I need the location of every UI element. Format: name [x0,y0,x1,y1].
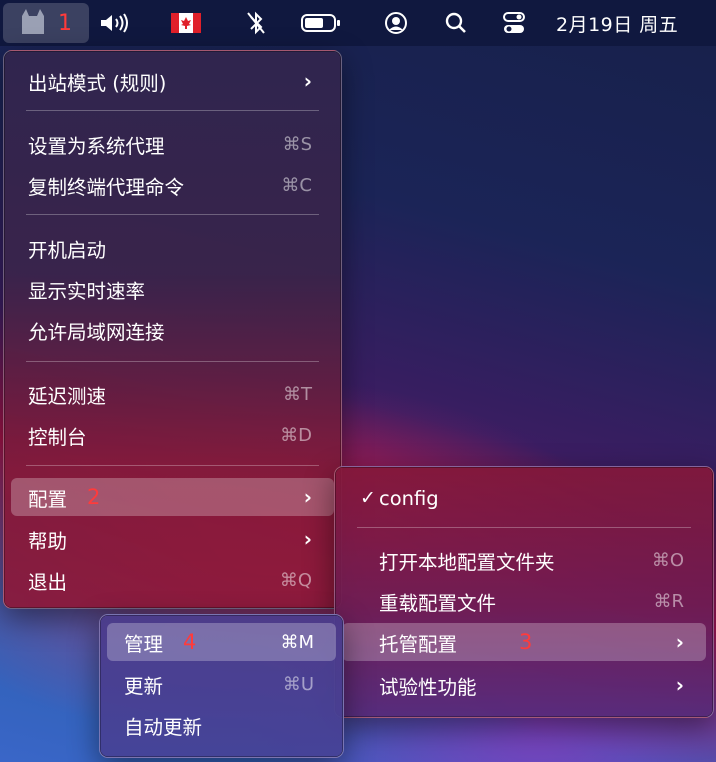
canada-flag-icon[interactable] [166,0,206,46]
menu-item-latency-test[interactable]: 延迟测速 ⌘T [11,375,334,413]
menu-item-label: 设置为系统代理 [28,134,165,158]
menu-item-label: 打开本地配置文件夹 [379,550,555,574]
menu-item-label: 帮助 [28,529,68,553]
menu-item-update[interactable]: 更新 ⌘U [107,665,336,703]
menu-item-remote-config[interactable]: 托管配置 3 › [342,623,706,661]
search-icon[interactable] [436,0,476,46]
shortcut-label: ⌘U [282,673,314,695]
menu-item-set-system-proxy[interactable]: 设置为系统代理 ⌘S [11,125,334,163]
control-center-icon[interactable] [494,0,534,46]
menu-item-label: 开机启动 [28,238,107,262]
chevron-right-icon: › [303,69,312,93]
chevron-right-icon: › [675,630,684,654]
clashx-main-menu: 出站模式 (规则) › 设置为系统代理 ⌘S 复制终端代理命令 ⌘C 开机启动 … [3,50,342,609]
menu-item-label: 配置 [28,487,68,511]
menu-item-label: 延迟测速 [28,384,107,408]
menu-item-label: config [379,486,439,510]
annotation-4: 4 [183,630,197,654]
shortcut-label: ⌘M [280,631,314,653]
menu-item-label: 重载配置文件 [379,591,497,615]
menu-separator [26,110,319,111]
annotation-1: 1 [58,10,72,36]
menu-item-label: 自动更新 [124,715,203,739]
chevron-right-icon: › [303,527,312,551]
menu-separator [357,527,691,528]
menu-item-quit[interactable]: 退出 ⌘Q [11,561,334,599]
menu-item-label: 出站模式 (规则) [28,71,167,95]
chevron-right-icon: › [675,673,684,697]
shortcut-label: ⌘O [651,549,684,571]
shortcut-label: ⌘C [281,174,312,196]
shortcut-label: ⌘T [283,383,312,405]
menu-item-allow-lan[interactable]: 允许局域网连接 [11,311,334,349]
menu-item-reload-config[interactable]: 重载配置文件 ⌘R [342,582,706,620]
annotation-3: 3 [519,630,533,654]
shortcut-label: ⌘R [653,590,684,612]
menu-item-label: 复制终端代理命令 [28,175,185,199]
menu-item-auto-update[interactable]: 自动更新 [107,706,336,744]
menu-item-manage[interactable]: 管理 4 ⌘M [107,623,336,661]
menu-item-config[interactable]: 配置 2 › [11,478,334,516]
menu-separator [26,361,319,362]
remote-config-submenu: 管理 4 ⌘M 更新 ⌘U 自动更新 [99,614,344,758]
config-submenu: ✓ config 打开本地配置文件夹 ⌘O 重载配置文件 ⌘R 托管配置 3 ›… [334,466,714,718]
bluetooth-off-icon[interactable] [236,0,276,46]
menu-item-label: 试验性功能 [379,675,477,699]
menu-item-label: 控制台 [28,425,87,449]
menu-item-label: 托管配置 [379,632,458,656]
menu-item-config-file[interactable]: ✓ config [342,479,706,517]
user-account-icon[interactable] [376,0,416,46]
chevron-right-icon: › [303,485,312,509]
menu-item-label: 退出 [28,570,68,594]
menu-item-experimental[interactable]: 试验性功能 › [342,666,706,704]
menu-bar: 1 2月19日 周五 [0,0,716,46]
annotation-2: 2 [87,485,101,509]
menu-item-open-config-folder[interactable]: 打开本地配置文件夹 ⌘O [342,541,706,579]
checkmark-icon: ✓ [360,487,376,509]
menu-item-label: 允许局域网连接 [28,320,165,344]
shortcut-label: ⌘Q [279,569,312,591]
cat-icon [20,7,46,40]
shortcut-label: ⌘S [282,133,312,155]
menu-item-help[interactable]: 帮助 › [11,520,334,558]
menu-item-dashboard[interactable]: 控制台 ⌘D [11,416,334,454]
menu-item-label: 显示实时速率 [28,279,146,303]
menu-item-outbound-mode[interactable]: 出站模式 (规则) › [11,62,334,100]
menubar-clock[interactable]: 2月19日 周五 [556,0,716,46]
menu-item-copy-terminal-command[interactable]: 复制终端代理命令 ⌘C [11,166,334,204]
volume-icon[interactable] [96,0,136,46]
menu-item-show-speed[interactable]: 显示实时速率 [11,270,334,308]
menu-item-label: 管理 [124,632,164,656]
menu-item-launch-at-login[interactable]: 开机启动 [11,229,334,267]
battery-icon[interactable] [296,0,346,46]
clashx-status-item[interactable]: 1 [3,3,89,43]
menu-separator [26,214,319,215]
shortcut-label: ⌘D [280,424,312,446]
menu-item-label: 更新 [124,674,164,698]
menu-separator [26,465,319,466]
